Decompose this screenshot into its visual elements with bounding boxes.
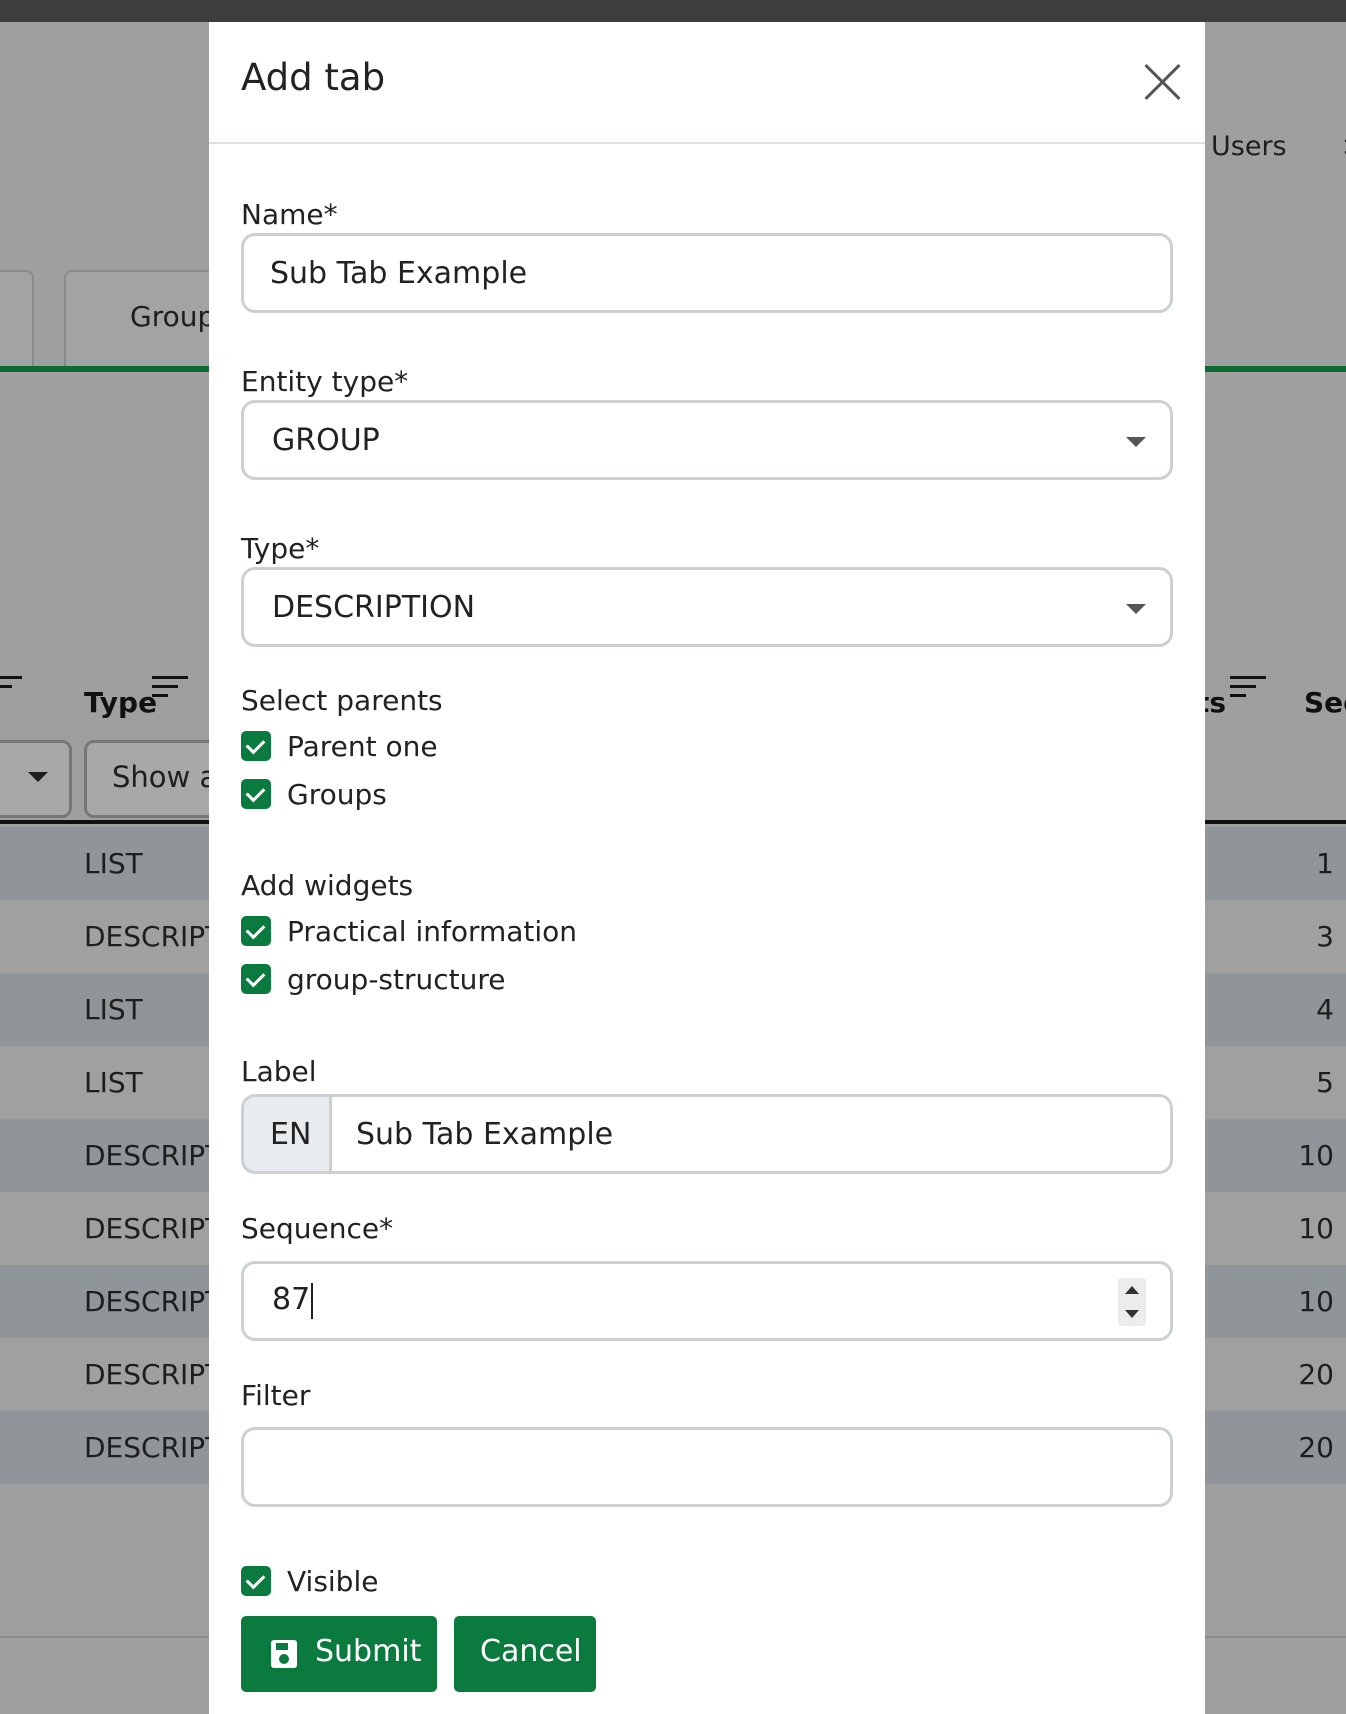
close-icon[interactable] xyxy=(1137,58,1187,108)
checkbox-checked-icon[interactable] xyxy=(241,916,271,946)
submit-button-label: Submit xyxy=(315,1634,422,1669)
language-code: EN xyxy=(270,1117,312,1152)
bg-tab-group-label: Group xyxy=(130,300,216,333)
widget-checkbox-row[interactable]: group-structure xyxy=(241,962,506,996)
add-tab-modal: Add tab Name* Entity type* GROUP Type* D… xyxy=(209,22,1205,1714)
label-input[interactable]: Sub Tab Example xyxy=(329,1094,1173,1174)
chevron-down-icon xyxy=(1126,437,1146,447)
row-sequence-cell: 3 xyxy=(1316,920,1334,953)
row-type-cell: DESCRIPT xyxy=(84,920,223,953)
row-type-cell: DESCRIPT xyxy=(84,1285,223,1318)
entity-type-select[interactable]: GROUP xyxy=(241,400,1173,480)
row-type-cell: DESCRIPT xyxy=(84,1212,223,1245)
row-sequence-cell: 5 xyxy=(1316,1066,1334,1099)
stepper-up-icon[interactable] xyxy=(1125,1286,1139,1294)
row-type-cell: DESCRIPT xyxy=(84,1431,223,1464)
visible-checkbox-row[interactable]: Visible xyxy=(241,1564,378,1598)
top-bar xyxy=(0,0,1346,22)
sort-icon[interactable] xyxy=(0,676,26,706)
submit-button[interactable]: Submit xyxy=(241,1616,437,1692)
nav-users-link[interactable]: Users xyxy=(1211,131,1287,162)
checkbox-checked-icon[interactable] xyxy=(241,964,271,994)
row-sequence-cell: 20 xyxy=(1298,1358,1334,1391)
row-sequence-cell: 20 xyxy=(1298,1431,1334,1464)
widget-option-label: Practical information xyxy=(287,914,578,948)
column-header-sec[interactable]: Sec xyxy=(1304,686,1346,719)
stepper-down-icon[interactable] xyxy=(1125,1310,1139,1318)
parent-option-label: Groups xyxy=(287,777,387,811)
cancel-button-label: Cancel xyxy=(480,1634,582,1669)
visible-label: Visible xyxy=(287,1564,379,1598)
sequence-value-wrap: 87 xyxy=(272,1282,314,1319)
parent-option-label: Parent one xyxy=(287,729,438,763)
label-input-value: Sub Tab Example xyxy=(356,1117,614,1152)
modal-title: Add tab xyxy=(241,56,386,99)
parent-checkbox-row[interactable]: Parent one xyxy=(241,729,438,763)
modal-header: Add tab xyxy=(209,22,1205,144)
language-addon: EN xyxy=(241,1094,331,1174)
chevron-down-icon xyxy=(1126,604,1146,614)
entity-type-label: Entity type* xyxy=(241,365,409,398)
label-input-group: EN Sub Tab Example xyxy=(241,1094,1173,1174)
row-type-cell: LIST xyxy=(84,1066,143,1099)
type-value: DESCRIPTION xyxy=(272,590,476,625)
sequence-label: Sequence* xyxy=(241,1212,394,1245)
row-sequence-cell: 10 xyxy=(1298,1139,1334,1172)
nav-more-link[interactable]: > xyxy=(1342,131,1346,162)
save-icon xyxy=(271,1640,297,1668)
checkbox-checked-icon[interactable] xyxy=(241,779,271,809)
cancel-button[interactable]: Cancel xyxy=(454,1616,596,1692)
parents-label: Select parents xyxy=(241,684,443,717)
filter-label: Filter xyxy=(241,1379,311,1412)
row-type-cell: LIST xyxy=(84,847,143,880)
checkbox-checked-icon[interactable] xyxy=(241,731,271,761)
name-input[interactable] xyxy=(241,233,1173,313)
chevron-down-icon xyxy=(28,772,48,782)
sort-icon[interactable] xyxy=(152,676,190,706)
sequence-value: 87 xyxy=(272,1282,311,1317)
type-select[interactable]: DESCRIPTION xyxy=(241,567,1173,647)
row-sequence-cell: 4 xyxy=(1316,993,1334,1026)
sort-icon[interactable] xyxy=(1230,676,1268,706)
bg-tab-previous[interactable] xyxy=(0,270,34,366)
parent-checkbox-row[interactable]: Groups xyxy=(241,777,387,811)
row-sequence-cell: 10 xyxy=(1298,1212,1334,1245)
row-sequence-cell: 1 xyxy=(1316,847,1334,880)
text-cursor xyxy=(311,1282,314,1319)
row-type-cell: LIST xyxy=(84,993,143,1026)
filter-input[interactable] xyxy=(241,1427,1173,1507)
row-sequence-cell: 10 xyxy=(1298,1285,1334,1318)
row-type-cell: DESCRIPT xyxy=(84,1139,223,1172)
widgets-label: Add widgets xyxy=(241,869,414,902)
widget-option-label: group-structure xyxy=(287,962,506,996)
type-label: Type* xyxy=(241,532,320,565)
row-type-cell: DESCRIPT xyxy=(84,1358,223,1391)
label-field-label: Label xyxy=(241,1055,317,1088)
entity-type-value: GROUP xyxy=(272,423,380,458)
widget-checkbox-row[interactable]: Practical information xyxy=(241,914,577,948)
sequence-input[interactable]: 87 xyxy=(241,1261,1173,1341)
number-stepper[interactable] xyxy=(1118,1278,1146,1326)
type-filter-value: Show a xyxy=(112,760,218,794)
checkbox-checked-icon[interactable] xyxy=(241,1566,271,1596)
name-label: Name* xyxy=(241,198,338,231)
column-header-type[interactable]: Type xyxy=(84,686,157,719)
